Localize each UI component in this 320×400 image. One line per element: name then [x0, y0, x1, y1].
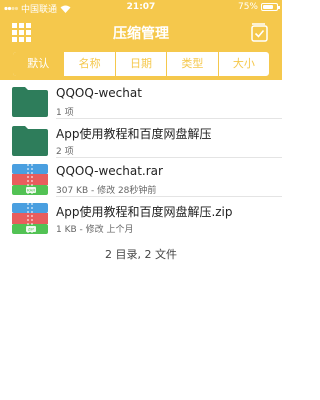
file-name: App使用教程和百度网盘解压.zip [56, 205, 233, 219]
folder-icon [12, 87, 48, 117]
list-item-rar[interactable]: RAR QQOQ-wechat.rar 307 KB - 修改 28秒钟前 [0, 158, 282, 197]
file-list: QQOQ-wechat 1 项 App使用教程和百度网盘解压 2 项 RAR Q… [0, 80, 282, 236]
list-item-folder-app[interactable]: App使用教程和百度网盘解压 2 项 [0, 119, 282, 158]
file-detail: 1 项 [56, 108, 74, 118]
folder-icon [12, 126, 48, 156]
svg-text:RAR: RAR [27, 188, 36, 193]
page-title: 压缩管理 [113, 26, 169, 42]
file-name: App使用教程和百度网盘解压 [56, 127, 212, 141]
sort-segmented-control: 默认 名称 日期 类型 大小 [12, 51, 270, 77]
sort-tab-name[interactable]: 名称 [63, 52, 114, 76]
sort-tab-type[interactable]: 类型 [166, 52, 217, 76]
svg-text:ZIP: ZIP [28, 227, 35, 232]
file-name: QQOQ-wechat.rar [56, 164, 163, 178]
sort-tab-date[interactable]: 日期 [114, 52, 166, 76]
rar-archive-icon: RAR [12, 164, 48, 195]
nav-bar: 压缩管理 [0, 14, 282, 50]
list-item-zip[interactable]: ZIP App使用教程和百度网盘解压.zip 1 KB - 修改 上个月 [0, 197, 282, 236]
list-item-folder-qqoq[interactable]: QQOQ-wechat 1 项 [0, 80, 282, 119]
zip-archive-icon: ZIP [12, 203, 48, 234]
battery-percent: 75% [237, 2, 258, 12]
file-detail: 307 KB - 修改 28秒钟前 [56, 186, 157, 196]
sort-tab-size[interactable]: 大小 [217, 52, 269, 76]
file-name: QQOQ-wechat [56, 86, 142, 100]
file-detail: 1 KB - 修改 上个月 [56, 225, 134, 235]
list-summary: 2 目录, 2 文件 [105, 248, 177, 261]
file-detail: 2 项 [56, 147, 74, 157]
sort-tab-default[interactable]: 默认 [13, 52, 64, 76]
battery-icon [261, 3, 280, 11]
status-bar: 中国联通 21:07 75% [0, 0, 282, 15]
select-all-icon[interactable] [248, 21, 270, 43]
